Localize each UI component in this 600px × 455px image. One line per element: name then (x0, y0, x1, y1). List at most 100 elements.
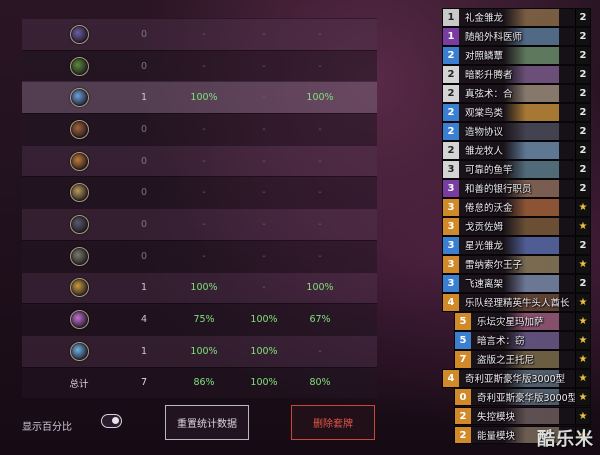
card-cost: 2 (455, 426, 471, 444)
card-name: 奇利亚斯豪华版3000型 (477, 393, 575, 405)
legendary-star-icon: ★ (575, 293, 590, 311)
card-name: 和善的银行职员 (465, 184, 532, 196)
card-cost: 2 (443, 103, 459, 121)
total-winrate-second: 80% (309, 377, 331, 389)
winrate-first: - (262, 250, 266, 262)
card-name-bar: 失控模块 (471, 407, 575, 425)
card-name: 失控模块 (477, 412, 516, 424)
demonhunter-class-icon (69, 310, 89, 330)
deck-card[interactable]: 4 乐队经理精英牛头人酋长 ★ (442, 292, 591, 312)
deck-card[interactable]: 3 雷纳索尔王子 ★ (442, 254, 591, 274)
card-name: 星光雏龙 (465, 241, 504, 253)
stats-row: 0 - - - (22, 49, 377, 82)
deck-card[interactable]: 1 随船外科医师 2 (442, 26, 591, 46)
card-name: 观棠鸟类 (465, 108, 504, 120)
class-icon-cell (64, 119, 94, 139)
winrate-overall: 100% (190, 345, 218, 357)
deck-card[interactable]: 5 暗言术：窃 ★ (454, 330, 591, 350)
show-percent-label: 显示百分比 (22, 422, 72, 433)
reset-stats-button[interactable]: 重置统计数据 (165, 405, 249, 440)
winrate-overall: - (202, 28, 206, 40)
deck-card[interactable]: 3 和善的银行职员 2 (442, 178, 591, 198)
total-winrate-first: 100% (250, 377, 278, 389)
winrate-overall: - (202, 218, 206, 230)
legendary-star-icon: ★ (575, 388, 590, 406)
deck-card[interactable]: 7 盗版之王托尼 ★ (454, 349, 591, 369)
winrate-second: - (318, 155, 322, 167)
card-cost: 5 (455, 331, 471, 349)
winrate-first: - (262, 187, 266, 199)
deck-card[interactable]: 2 造物协议 2 (442, 121, 591, 141)
stats-row: 0 - - - (22, 18, 377, 50)
card-name: 真弦术：合 (465, 89, 513, 101)
winrate-first: - (262, 28, 266, 40)
show-percent-toggle[interactable] (101, 414, 122, 428)
card-cost: 5 (455, 312, 471, 330)
deck-card[interactable]: 2 对照鳞蕈 2 (442, 45, 591, 65)
deck-card[interactable]: 3 飞速离架 2 (442, 273, 591, 293)
legendary-star-icon: ★ (575, 198, 590, 216)
games-count: 0 (140, 218, 148, 230)
winrate-first: 100% (250, 345, 278, 357)
card-cost: 2 (443, 46, 459, 64)
deck-card[interactable]: 0 奇利亚斯豪华版3000型 ★ (454, 387, 591, 407)
games-count: 1 (140, 282, 148, 294)
legendary-star-icon: ★ (575, 217, 590, 235)
card-name-bar: 造物协议 (459, 122, 575, 140)
delete-deck-button[interactable]: 删除套牌 (291, 405, 375, 440)
card-art-image (504, 236, 559, 254)
card-count: 2 (575, 103, 590, 121)
card-name-bar: 暗言术：窃 (471, 331, 575, 349)
class-icon-cell (64, 88, 94, 108)
card-name: 雏龙牧人 (465, 146, 504, 158)
stats-row: 0 - - - (22, 176, 377, 209)
card-count: 2 (575, 27, 590, 45)
card-name-bar: 礼金雏龙 (459, 9, 575, 26)
deck-card[interactable]: 2 暗影升腾者 2 (442, 64, 591, 84)
legendary-star-icon: ★ (575, 331, 590, 349)
deck-card[interactable]: 2 雏龙牧人 2 (442, 140, 591, 160)
deck-card[interactable]: 3 戈贡佐姆 ★ (442, 216, 591, 236)
winrate-first: - (262, 218, 266, 230)
winrate-first: - (262, 92, 266, 104)
winrate-overall: 75% (193, 314, 215, 326)
card-name: 戈贡佐姆 (465, 222, 504, 234)
games-count: 0 (140, 123, 148, 135)
class-icon-cell (64, 278, 94, 298)
deck-card[interactable]: 3 星光雏龙 2 (442, 235, 591, 255)
games-count: 1 (140, 345, 148, 357)
class-icon-cell (64, 24, 94, 44)
stats-row: 0 - - - (22, 208, 377, 240)
deck-card[interactable]: 4 奇利亚斯豪华版3000型 ★ (442, 368, 591, 388)
paladin-class-icon (69, 183, 89, 203)
card-name-bar: 飞速离架 (459, 274, 575, 292)
deck-card[interactable]: 3 可靠的鱼竿 2 (442, 159, 591, 179)
stats-row: 0 - - - (22, 144, 377, 177)
card-cost: 3 (443, 274, 459, 292)
deck-card[interactable]: 5 乐坛灾星玛加萨 ★ (454, 311, 591, 331)
card-cost: 1 (443, 27, 459, 45)
legendary-star-icon: ★ (575, 350, 590, 368)
card-name-bar: 观棠鸟类 (459, 103, 575, 121)
class-icon-cell (64, 183, 94, 203)
card-count: 2 (575, 84, 590, 102)
deck-card[interactable]: 1 礼金雏龙 2 (442, 8, 591, 27)
winrate-second: 100% (306, 282, 334, 294)
warlock-class-icon (69, 24, 89, 44)
class-icon-cell (64, 56, 94, 76)
total-label: 总计 (69, 378, 89, 390)
deck-card[interactable]: 2 观棠鸟类 2 (442, 102, 591, 122)
deck-card[interactable]: 2 真弦术：合 2 (442, 83, 591, 103)
class-icon-cell (64, 214, 94, 234)
winrate-second: 67% (309, 314, 331, 326)
deck-card[interactable]: 2 失控模块 ★ (454, 406, 591, 426)
deck-card[interactable]: 3 倦怠的沃金 ★ (442, 197, 591, 217)
card-name: 奇利亚斯豪华版3000型 (465, 374, 566, 386)
card-art-image (504, 9, 559, 26)
card-cost: 3 (443, 160, 459, 178)
card-art-image (504, 103, 559, 121)
winrate-overall: 100% (190, 282, 218, 294)
card-name: 礼金雏龙 (465, 13, 504, 25)
card-count: 2 (575, 9, 590, 26)
card-name-bar: 雏龙牧人 (459, 141, 575, 159)
